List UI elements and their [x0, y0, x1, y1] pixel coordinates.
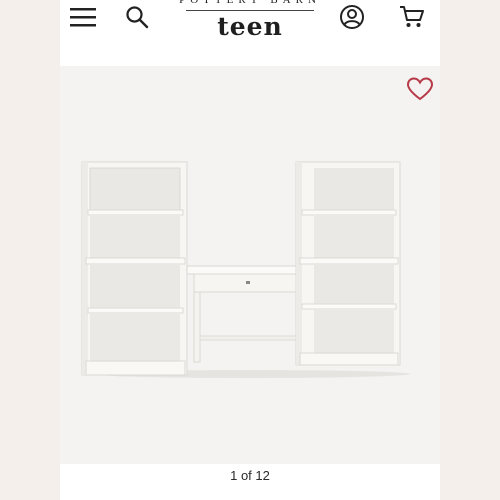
brand-wordmark-top: POTTERY BARN	[179, 0, 321, 6]
brand-logo[interactable]: teen	[180, 12, 320, 41]
mobile-page: POTTERY BARN teen 1 of 12	[60, 0, 440, 500]
cart-icon[interactable]	[398, 4, 426, 30]
left-bookcase	[81, 161, 188, 376]
account-icon[interactable]	[338, 3, 366, 31]
right-bookcase	[295, 161, 401, 366]
menu-icon[interactable]	[68, 4, 98, 30]
product-image	[81, 161, 410, 378]
site-header: POTTERY BARN teen	[60, 0, 440, 66]
image-counter: 1 of 12	[230, 468, 270, 483]
brand-divider	[186, 10, 314, 11]
desk	[186, 265, 310, 363]
search-icon[interactable]	[124, 4, 150, 30]
